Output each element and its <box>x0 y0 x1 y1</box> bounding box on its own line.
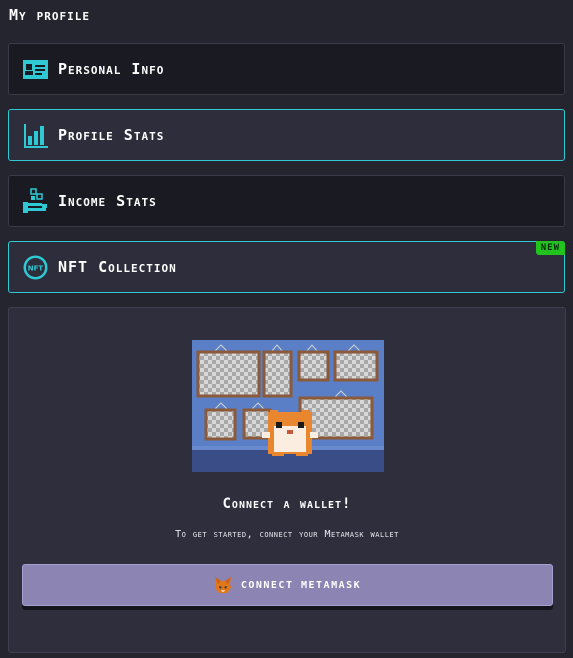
connect-wallet-subtitle: To get started, connect your Metamask wa… <box>175 529 399 540</box>
new-badge: NEW <box>535 241 565 255</box>
menu-item-profile-stats[interactable]: Profile Stats <box>8 109 565 161</box>
nft-icon: NFT <box>23 255 48 280</box>
income-hand-coins-icon <box>23 188 47 213</box>
connect-wallet-title: Connect a wallet! <box>222 496 352 512</box>
id-card-icon <box>23 60 48 79</box>
menu-item-income-stats[interactable]: Income Stats <box>8 175 565 227</box>
menu-item-personal-info[interactable]: Personal Info <box>8 43 565 95</box>
connect-metamask-label: CONNECT METAMASK <box>240 579 362 591</box>
connect-wallet-panel: Connect a wallet! To get started, connec… <box>8 307 566 653</box>
metamask-fox-icon <box>214 577 231 593</box>
menu-item-label: Income Stats <box>58 192 157 210</box>
bar-chart-icon <box>24 124 48 148</box>
menu-item-label: Personal Info <box>58 60 165 78</box>
svg-text:NFT: NFT <box>28 265 44 273</box>
menu-item-nft-collection[interactable]: NFT NFT Collection NEW <box>8 241 565 293</box>
menu-item-label: Profile Stats <box>58 126 165 144</box>
hamster-gallery-illustration <box>192 340 384 472</box>
connect-metamask-button[interactable]: CONNECT METAMASK <box>22 564 553 606</box>
menu-item-label: NFT Collection <box>58 258 177 276</box>
page-title: My profile <box>9 6 91 24</box>
